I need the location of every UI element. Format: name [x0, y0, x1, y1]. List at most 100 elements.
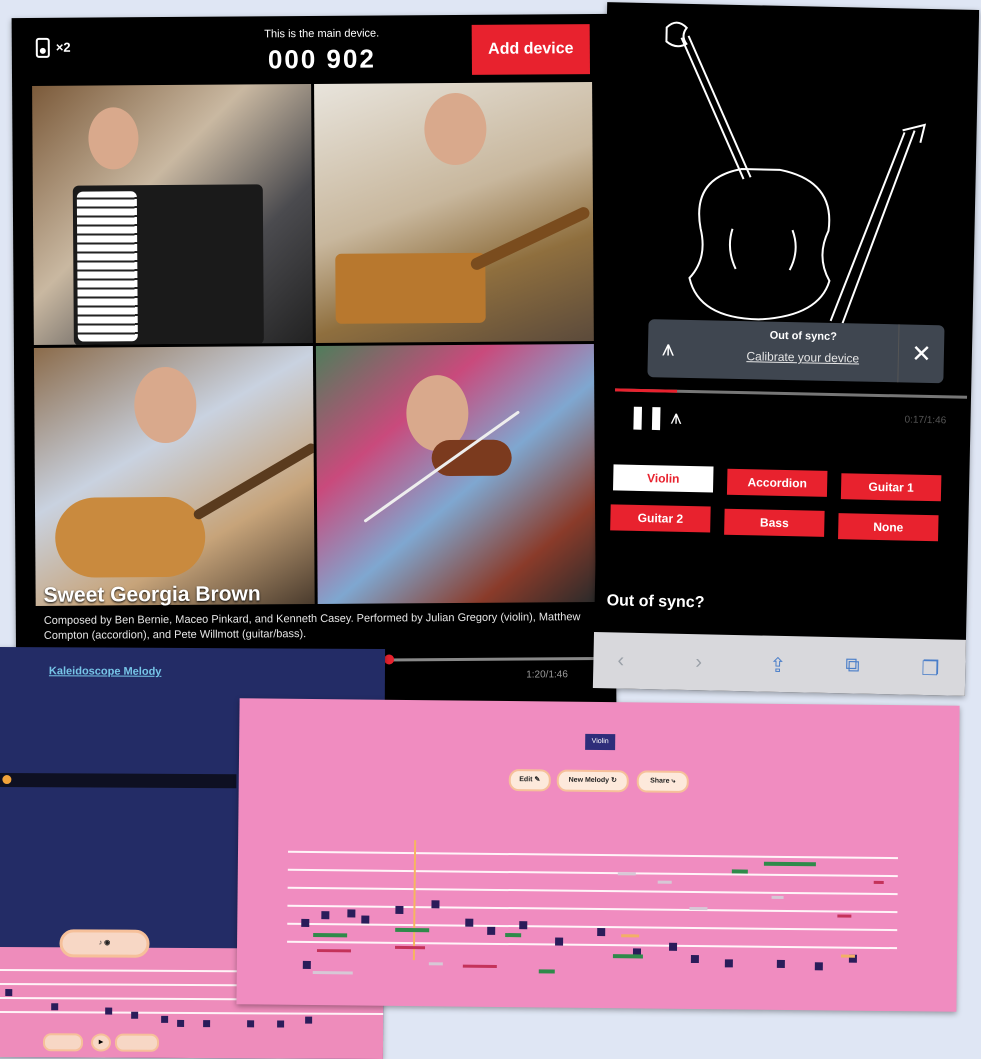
note[interactable] [555, 937, 564, 946]
note-bar[interactable] [763, 861, 816, 867]
part-button-none[interactable]: None [838, 513, 939, 542]
note[interactable] [519, 921, 528, 930]
back-icon[interactable]: ‹ [611, 648, 630, 673]
note-bar[interactable] [657, 880, 672, 884]
calibrate-link[interactable]: Calibrate your device [708, 348, 898, 366]
part-button-bass[interactable]: Bass [724, 508, 825, 537]
phone-playback-progress[interactable] [615, 388, 968, 399]
video-tile-guitar [33, 345, 315, 606]
bass-body [334, 252, 486, 324]
tabs-icon[interactable]: ❐ [915, 655, 945, 683]
note-bar[interactable] [840, 954, 855, 958]
progress-knob[interactable] [384, 654, 395, 665]
phone-screen: ⩚ Out of sync? Calibrate your device ✕ ❚… [592, 2, 980, 696]
note-bar[interactable] [617, 872, 636, 876]
note[interactable] [161, 1015, 169, 1023]
video-tile-violin [315, 343, 596, 604]
note-bar[interactable] [395, 927, 430, 933]
note[interactable] [247, 1020, 255, 1028]
calibrate-icon[interactable]: ⩚ [664, 405, 688, 430]
note[interactable] [669, 942, 678, 951]
note-bar[interactable] [505, 933, 522, 938]
note-bar[interactable] [689, 906, 708, 911]
playback-time: 1:20/1:46 [526, 669, 568, 681]
note-bar[interactable] [428, 962, 443, 966]
share-button[interactable]: Share ⤷ [636, 770, 689, 793]
note[interactable] [302, 960, 311, 969]
player-head [423, 92, 487, 166]
instrument-badge: Violin [585, 733, 616, 751]
part-button-guitar-1[interactable]: Guitar 1 [840, 473, 942, 502]
main-device-screen: ×2 This is the main device. 000 902 Add … [11, 13, 617, 709]
staff-line [287, 940, 898, 950]
note-bar[interactable] [395, 945, 426, 950]
note-bar[interactable] [771, 895, 784, 899]
edit-button[interactable]: Edit ✎ [508, 769, 551, 792]
note[interactable] [5, 989, 13, 997]
note[interactable] [277, 1020, 285, 1028]
note-bar[interactable] [873, 880, 884, 884]
guitar-neck [191, 441, 315, 521]
play-icon[interactable]: ▶ [90, 1033, 112, 1052]
note-bar[interactable] [313, 933, 348, 938]
note[interactable] [305, 1016, 313, 1024]
note[interactable] [724, 959, 733, 968]
part-button-violin[interactable]: Violin [613, 464, 714, 493]
note[interactable] [776, 959, 785, 968]
note[interactable] [431, 900, 440, 909]
editor-subtitle [499, 753, 699, 755]
device-code: 000 902 [267, 43, 376, 75]
note[interactable] [465, 918, 474, 927]
note-bar[interactable] [731, 869, 748, 874]
timeline-knob[interactable] [2, 775, 12, 785]
note[interactable] [597, 927, 606, 937]
violin-illustration [665, 21, 927, 324]
note[interactable] [395, 905, 404, 914]
video-tile-bass [313, 82, 594, 343]
new-melody-button[interactable]: New Melody ↻ [556, 769, 629, 793]
close-icon[interactable]: ✕ [897, 324, 945, 384]
staff-line [287, 922, 898, 932]
melody-editor-screen: Violin Edit ✎ New Melody ↻ Share ⤷ [236, 698, 960, 1012]
staff-line [0, 1010, 384, 1016]
melody-title: Kaleidoscope Melody [48, 665, 162, 678]
note-bar[interactable] [312, 971, 353, 975]
sync-toast: ⩚ Out of sync? Calibrate your device ✕ [647, 319, 945, 384]
part-button-guitar-2[interactable]: Guitar 2 [610, 504, 711, 533]
playback-progress[interactable] [386, 657, 602, 662]
note[interactable] [301, 918, 310, 927]
note-bar[interactable] [612, 954, 643, 959]
note[interactable] [321, 911, 330, 920]
note[interactable] [203, 1020, 211, 1028]
song-credits: Composed by Ben Bernie, Maceo Pinkard, a… [43, 611, 581, 642]
note[interactable] [105, 1007, 113, 1015]
bookmarks-icon[interactable]: ⧉ [839, 653, 866, 679]
note[interactable] [177, 1019, 185, 1027]
note[interactable] [814, 962, 823, 971]
note[interactable] [131, 1011, 139, 1019]
note-bar[interactable] [621, 934, 640, 938]
staff-line [287, 868, 898, 878]
note-bar[interactable] [837, 914, 852, 918]
guitar-body [54, 496, 206, 578]
note[interactable] [487, 926, 496, 935]
progress-fill [615, 388, 678, 393]
bass-neck [468, 205, 591, 272]
sync-question: Out of sync? [769, 329, 837, 344]
staff-line [287, 904, 898, 914]
add-device-button[interactable]: Add device [471, 24, 591, 75]
melody-control[interactable] [42, 1033, 84, 1052]
share-icon[interactable]: ⇪ [763, 652, 792, 680]
forward-icon[interactable]: › [689, 650, 708, 675]
timeline-bar[interactable] [0, 772, 237, 789]
note[interactable] [347, 909, 356, 918]
note[interactable] [690, 954, 699, 964]
note[interactable] [361, 915, 370, 924]
note-bar[interactable] [316, 949, 351, 953]
note-bar[interactable] [462, 964, 497, 968]
instrument-pill[interactable]: ♪ ◉ [59, 929, 150, 958]
melody-control[interactable] [114, 1033, 160, 1052]
part-button-accordion[interactable]: Accordion [726, 468, 828, 497]
note[interactable] [51, 1003, 59, 1011]
note-bar[interactable] [538, 969, 555, 974]
